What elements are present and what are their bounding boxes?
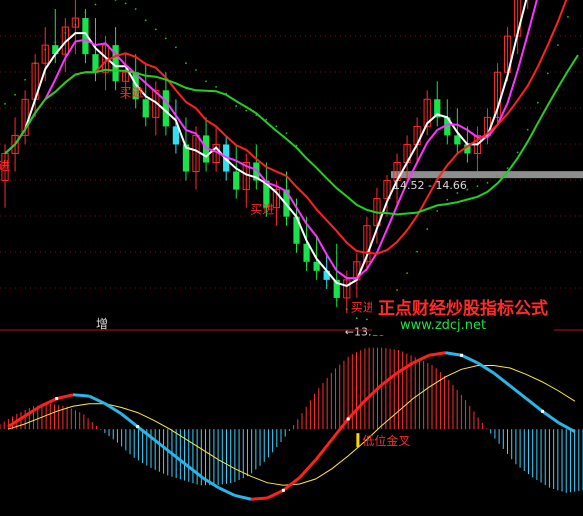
envelope-dot: [345, 308, 348, 311]
buy-signal-label: 买进: [351, 300, 375, 314]
envelope-dot: [144, 19, 147, 22]
envelope-dot: [235, 105, 238, 107]
dif-marker: [136, 425, 140, 429]
envelope-dot: [4, 102, 6, 105]
envelope-dot: [275, 125, 278, 128]
envelope-dot: [526, 128, 529, 131]
envelope-dot: [325, 284, 328, 287]
envelope-dot: [285, 132, 288, 135]
envelope-dot: [496, 175, 499, 177]
envelope-dot: [486, 181, 489, 184]
buy-signal-label: 买进: [120, 85, 144, 99]
envelope-dot: [164, 37, 167, 40]
envelope-dot: [255, 114, 258, 117]
envelope-dot: [195, 69, 197, 71]
envelope-dot: [124, 2, 127, 5]
candle-body: [233, 171, 240, 190]
envelope-dot: [54, 41, 57, 44]
envelope-dot: [74, 23, 77, 26]
envelope-dot: [556, 44, 559, 47]
dif-marker: [460, 353, 464, 357]
envelope-dot: [94, 3, 97, 6]
price-gap-band: [390, 171, 583, 179]
envelope-dot: [456, 192, 459, 194]
envelope-dot: [265, 118, 268, 121]
envelope-dot: [355, 317, 358, 320]
gap-band-bar: [390, 171, 583, 179]
envelope-dot: [426, 228, 429, 230]
candle-body: [142, 99, 149, 118]
candle-body: [313, 261, 320, 271]
envelope-dot: [335, 299, 338, 302]
side-signal-glyph: 进: [0, 159, 10, 173]
envelope-dot: [546, 72, 549, 75]
dif-marker: [541, 409, 545, 413]
envelope-dot: [175, 46, 177, 49]
envelope-dot: [436, 210, 439, 212]
candle-body: [454, 135, 461, 145]
envelope-dot: [446, 198, 449, 201]
envelope-dot: [225, 92, 228, 95]
gap-price-label: 14.52 - 14.66: [393, 179, 467, 192]
indicator-title: 增: [96, 317, 108, 331]
envelope-dot: [567, 16, 569, 18]
golden-cross-marker: [356, 433, 360, 448]
dif-marker: [346, 417, 350, 421]
envelope-dot: [416, 250, 419, 253]
envelope-dot: [295, 144, 298, 147]
envelope-dot: [44, 48, 47, 51]
buy-signal-label: 买进: [250, 203, 274, 217]
envelope-dot: [24, 78, 27, 81]
envelope-dot: [536, 101, 539, 104]
watermark-box: 正点财经炒股指标公式 www.zdcj.net: [372, 291, 554, 335]
envelope-dot: [14, 93, 16, 96]
macd-annotations: 低位金叉: [356, 433, 410, 448]
envelope-dot: [154, 28, 157, 31]
dif-marker: [281, 488, 285, 492]
watermark-url: www.zdcj.net: [400, 318, 486, 333]
dif-line-segment: [250, 496, 268, 501]
envelope-dot: [396, 289, 398, 291]
envelope-dot: [476, 185, 479, 188]
envelope-dot: [64, 31, 67, 34]
envelope-dot: [516, 151, 519, 154]
dif-line-segment: [72, 393, 90, 398]
envelope-dot: [134, 8, 137, 10]
envelope-dot: [245, 109, 248, 112]
chart-background: [0, 0, 583, 516]
envelope-dot: [305, 259, 308, 262]
watermark-title: 正点财经炒股指标公式: [378, 298, 548, 319]
envelope-dot: [315, 269, 318, 272]
dif-marker: [55, 397, 59, 401]
envelope-dot: [215, 85, 218, 88]
golden-cross-label: 低位金叉: [362, 433, 410, 448]
stock-chart: 买进买进买进←13.1314.52 - 14.66进 增 低位金叉 正点财经炒股…: [0, 0, 583, 516]
envelope-dot: [506, 167, 509, 170]
envelope-dot: [185, 62, 187, 65]
envelope-dot: [84, 11, 87, 14]
envelope-dot: [205, 80, 207, 83]
envelope-dot: [406, 272, 408, 274]
envelope-dot: [365, 318, 368, 321]
envelope-dot: [34, 62, 37, 65]
